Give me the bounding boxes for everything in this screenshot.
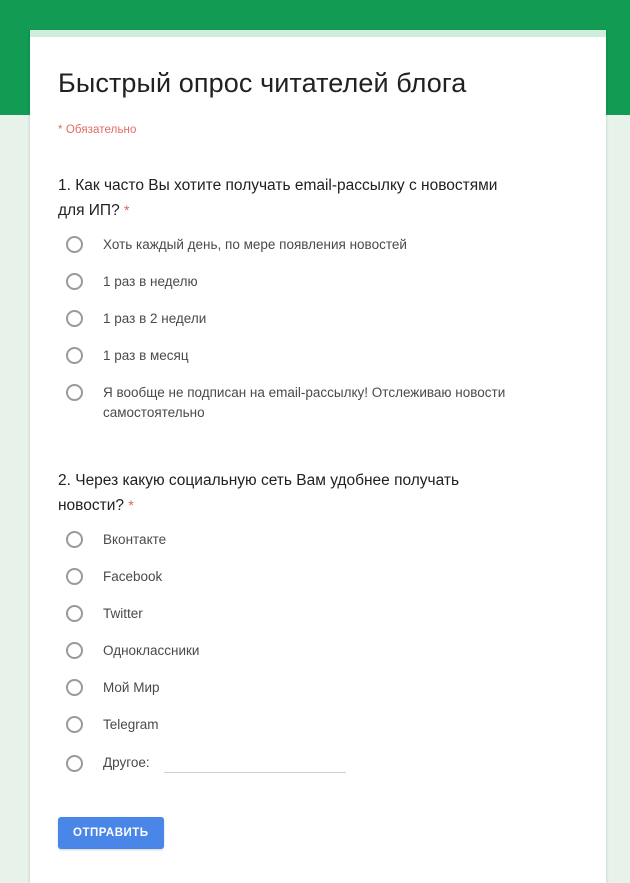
option-row[interactable]: Вконтакте [58,530,578,550]
radio-icon[interactable] [66,347,83,364]
option-row[interactable]: Facebook [58,567,578,587]
radio-icon[interactable] [66,273,83,290]
other-text-input[interactable] [164,752,346,773]
question-block-1: 1. Как часто Вы хотите получать email-ра… [58,174,578,423]
form-card: Быстрый опрос читателей блога * Обязател… [30,30,606,883]
option-label: 1 раз в месяц [103,346,189,366]
radio-icon[interactable] [66,384,83,401]
radio-icon[interactable] [66,236,83,253]
option-row[interactable]: Twitter [58,604,578,624]
option-label: Вконтакте [103,530,166,550]
question-block-2: 2. Через какую социальную сеть Вам удобн… [58,469,578,773]
option-row[interactable]: 1 раз в 2 недели [58,309,578,329]
option-row[interactable]: Одноклассники [58,641,578,661]
option-row-other[interactable]: Другое: [58,752,578,773]
option-label: Facebook [103,567,162,587]
option-label-other: Другое: [103,753,150,773]
question-2-options: Вконтакте Facebook Twitter Одноклассники [58,530,578,773]
form-body: Быстрый опрос читателей блога * Обязател… [30,66,606,883]
option-label: 1 раз в 2 недели [103,309,206,329]
option-label: 1 раз в неделю [103,272,198,292]
page-title: Быстрый опрос читателей блога [58,66,578,100]
option-row[interactable]: Мой Мир [58,678,578,698]
option-label: Twitter [103,604,143,624]
option-label: Одноклассники [103,641,199,661]
required-note: * Обязательно [58,124,578,136]
card-accent-strip [30,30,606,37]
option-row[interactable]: 1 раз в месяц [58,346,578,366]
radio-icon[interactable] [66,755,83,772]
option-label: Telegram [103,715,159,735]
submit-button[interactable]: ОТПРАВИТЬ [58,817,164,849]
question-1-options: Хоть каждый день, по мере появления ново… [58,235,578,423]
option-label: Мой Мир [103,678,160,698]
radio-icon[interactable] [66,605,83,622]
radio-icon[interactable] [66,310,83,327]
radio-icon[interactable] [66,679,83,696]
question-1-required-marker: * [124,202,129,218]
option-row[interactable]: Хоть каждый день, по мере появления ново… [58,235,578,255]
option-label: Я вообще не подписан на email-рассылку! … [103,383,543,423]
option-row[interactable]: 1 раз в неделю [58,272,578,292]
option-label: Хоть каждый день, по мере появления ново… [103,235,407,255]
radio-icon[interactable] [66,531,83,548]
question-2-required-marker: * [128,497,133,513]
submit-area: ОТПРАВИТЬ [58,817,578,883]
radio-icon[interactable] [66,716,83,733]
radio-icon[interactable] [66,568,83,585]
question-title-1: 1. Как часто Вы хотите получать email-ра… [58,174,528,223]
question-title-2: 2. Через какую социальную сеть Вам удобн… [58,469,528,518]
option-row[interactable]: Я вообще не подписан на email-рассылку! … [58,383,578,423]
question-2-text: 2. Через какую социальную сеть Вам удобн… [58,472,459,514]
radio-icon[interactable] [66,642,83,659]
option-row[interactable]: Telegram [58,715,578,735]
